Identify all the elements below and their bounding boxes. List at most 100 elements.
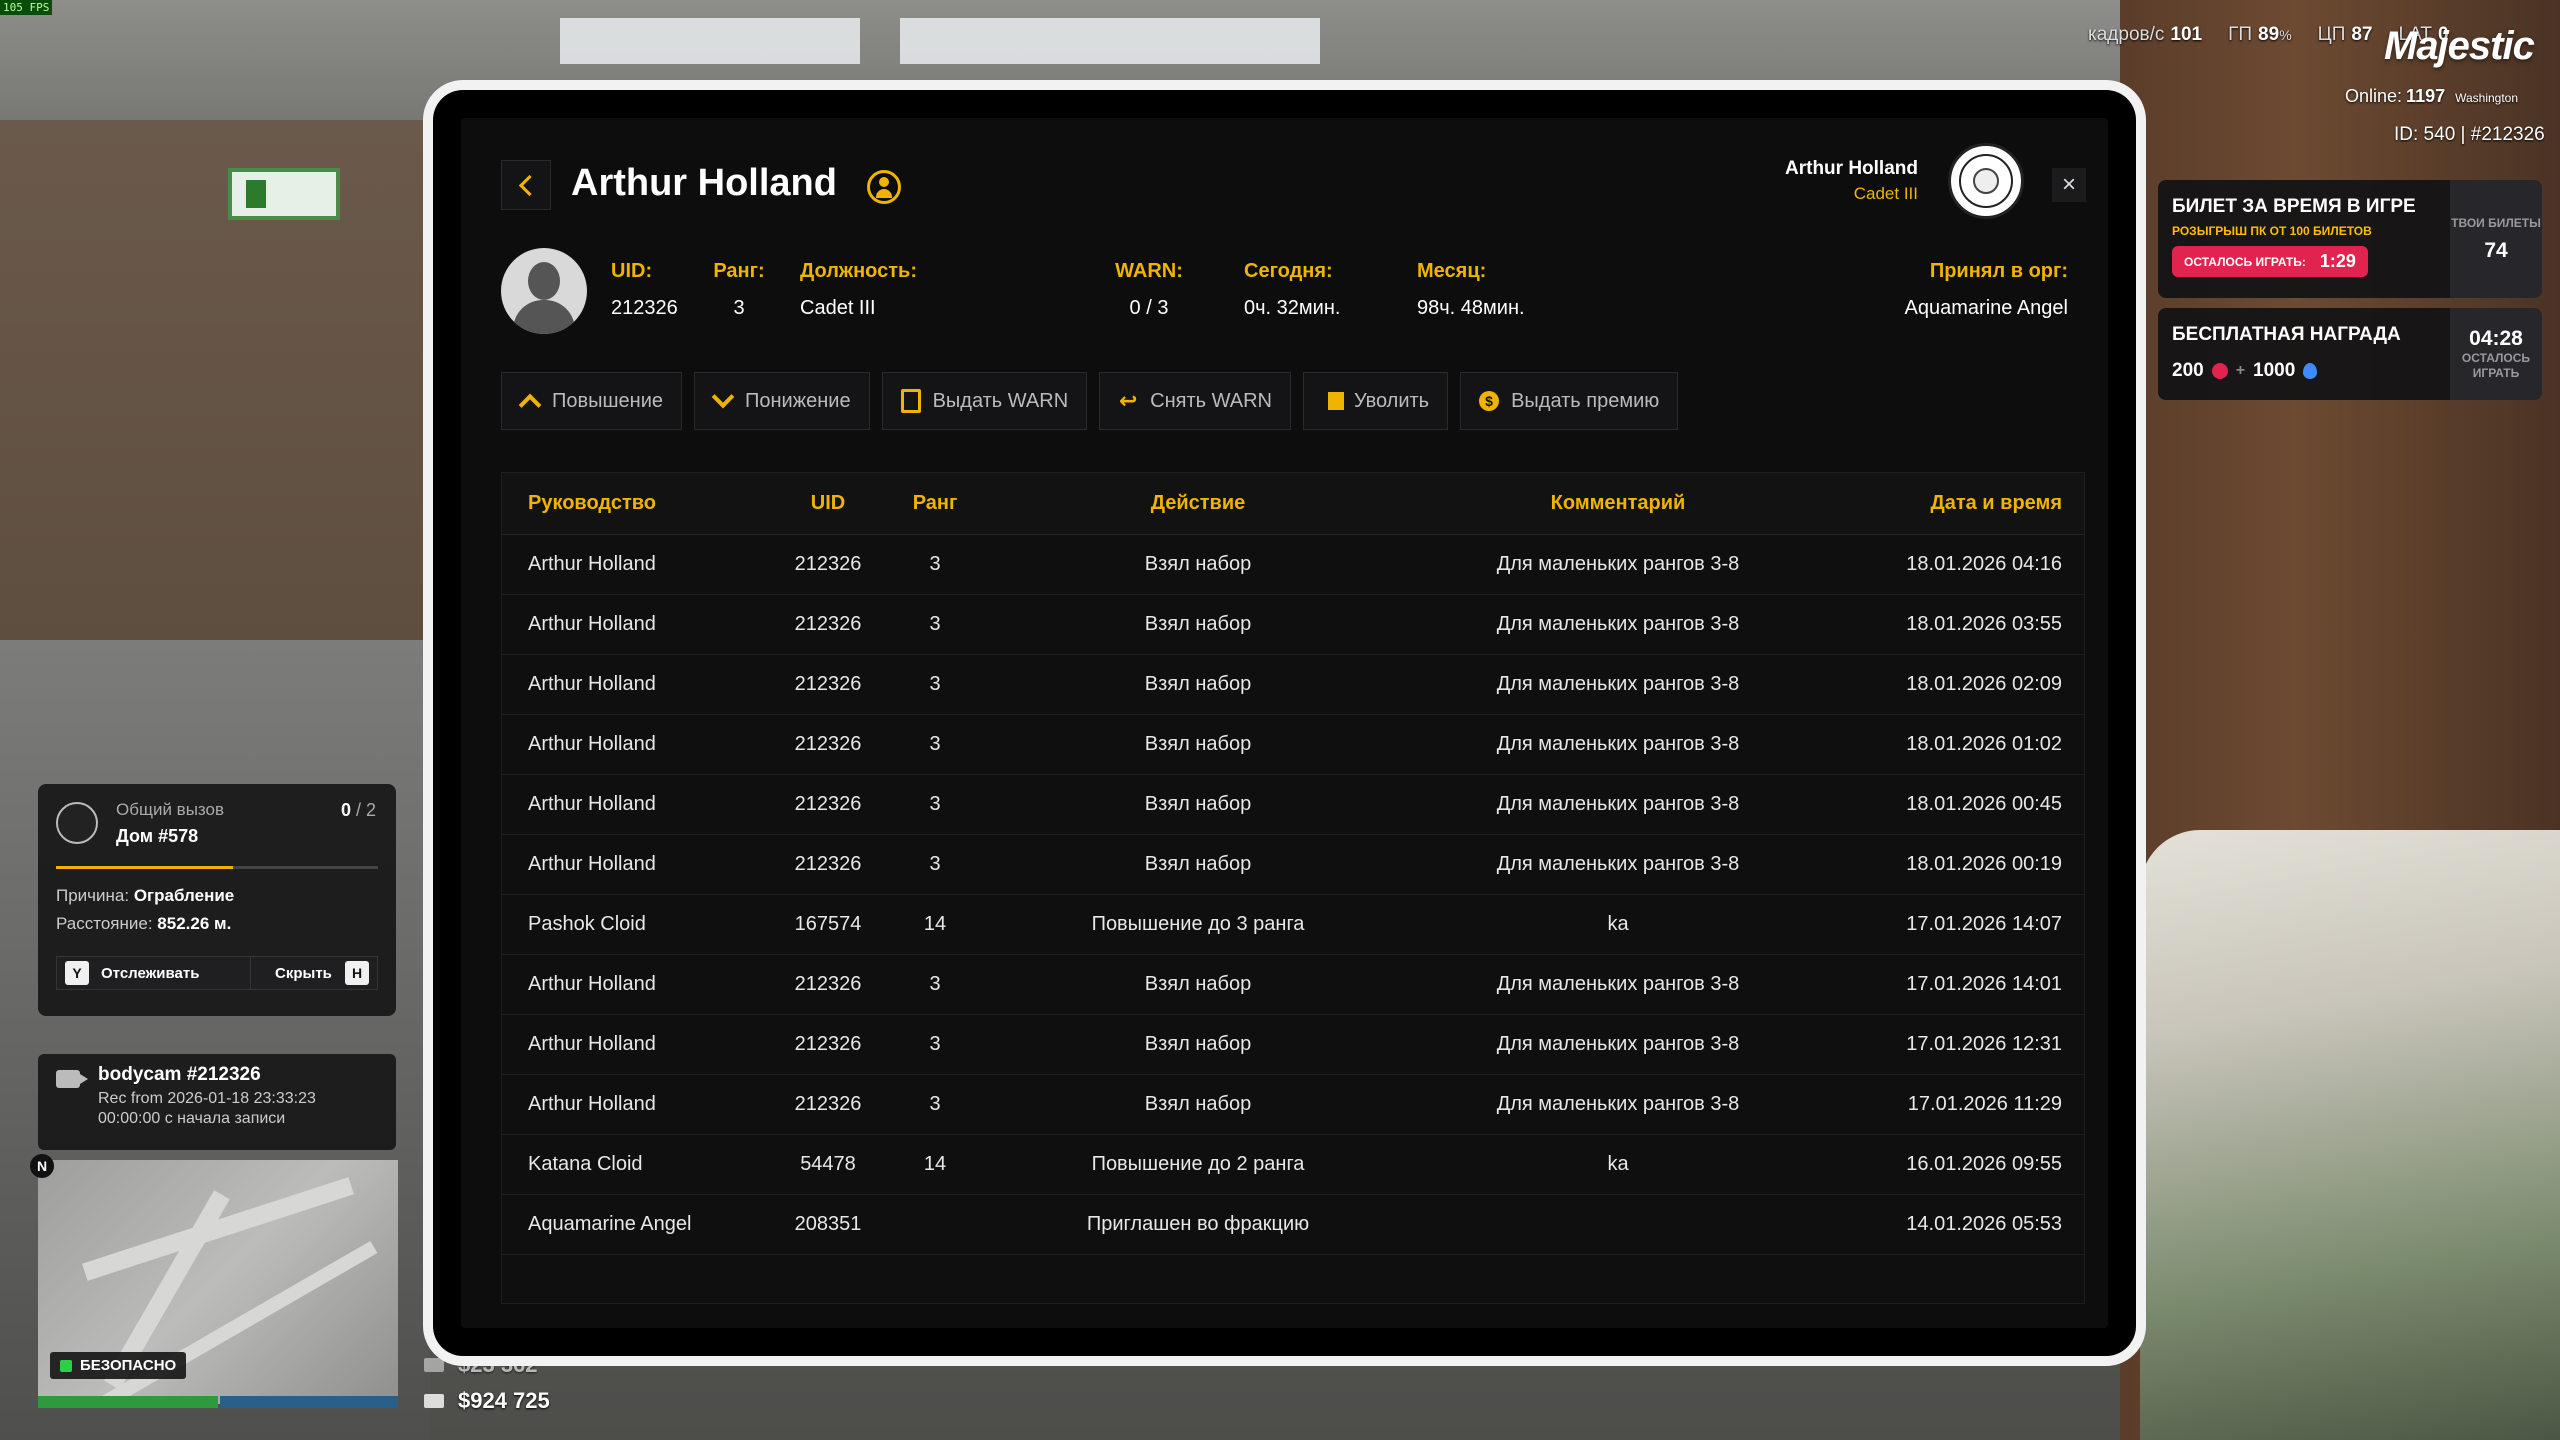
camera-icon [56,1070,88,1088]
fire-button[interactable]: Уволить [1302,372,1449,430]
table-cell: Взял набор [1144,673,1252,695]
current-user-name: Arthur Holland [1785,158,1918,179]
table-cell: Для маленьких рангов 3-8 [1496,553,1740,575]
exit-sign [228,168,340,220]
call-reason: Причина: Ограбление [56,886,235,905]
table-cell: Для маленьких рангов 3-8 [1496,853,1740,875]
table-cell: 18.01.2026 02:09 [1906,673,2062,695]
issue-warn-button[interactable]: Выдать WARN [881,372,1088,430]
table-cell: Для маленьких рангов 3-8 [1496,973,1740,995]
give-bonus-button[interactable]: Выдать премию [1460,372,1679,430]
key-hint: Y [65,961,89,985]
department-seal-icon [1948,143,2024,219]
promote-button[interactable]: Повышение [501,372,683,430]
table-cell: 3 [929,733,941,755]
table-cell: Взял набор [1144,853,1252,875]
current-user-rank: Cadet III [1853,184,1918,203]
bank-balance: $924 725 [424,1388,550,1414]
table-cell: 18.01.2026 04:16 [1906,553,2062,575]
table-cell: 16.01.2026 09:55 [1906,1153,2062,1175]
table-cell: Для маленьких рангов 3-8 [1496,733,1740,755]
back-button[interactable] [501,160,551,210]
table-cell: Взял набор [1144,553,1252,575]
table-cell: 3 [929,1033,941,1055]
employee-profile-screen: Arthur Holland Arthur Holland Cadet III … [461,118,2108,1328]
close-button[interactable]: × [2052,168,2086,202]
health-armor-bars [38,1396,398,1408]
table-cell: Arthur Holland [528,1093,656,1115]
free-reward-promo[interactable]: БЕСПЛАТНАЯ НАГРАДА 200 + 1000 04:28 ОСТА… [2158,308,2542,400]
avatar [501,248,587,334]
red-coin-icon [2211,363,2228,379]
table-cell: 167574 [794,913,862,935]
table-cell: 212326 [794,793,862,815]
ticket-promo[interactable]: БИЛЕТ ЗА ВРЕМЯ В ИГРЕ РОЗЫГРЫШ ПК ОТ 100… [2158,180,2542,298]
table-cell: Arthur Holland [528,613,656,635]
table-cell: 14.01.2026 05:53 [1906,1213,2062,1235]
table-cell: 3 [929,853,941,875]
table-cell: 18.01.2026 00:19 [1906,853,2062,875]
action-log-table: Руководство UID Ранг Действие Комментари… [501,472,2085,1304]
table-cell: Arthur Holland [528,973,656,995]
table-row: Arthur Holland 212326 3 Взял набор Для мален… [502,535,2084,595]
table-row: Pashok Cloid 167574 14 Повышение до 3 ранга… [502,895,2084,955]
table-cell: 212326 [794,973,862,995]
table-cell: 17.01.2026 14:07 [1906,913,2062,935]
position-field: Должность: Cadet III [800,260,918,319]
zone-status: БЕЗОПАСНО [50,1352,187,1379]
call-type: Общий вызов [116,800,225,819]
table-cell: 212326 [794,853,862,875]
hired-by-field: Принял в орг: Aquamarine Angel [1904,260,2068,319]
rank-field: Ранг: 3 [713,260,765,319]
perf-fps: кадров/с 101 [2088,24,2203,45]
column-header: Дата и время [1930,492,2062,514]
table-cell: 212326 [794,673,862,695]
table-cell: 14 [923,1153,947,1175]
ticket-title: БИЛЕТ ЗА ВРЕМЯ В ИГРЕ [2172,196,2416,217]
call-distance: Расстояние: 852.26 м. [56,914,232,933]
action-toolbar: Повышение Понижение Выдать WARN Снять WA… [501,372,1679,430]
table-cell: Повышение до 2 ранга [1091,1153,1305,1175]
ceiling-light [900,18,1320,64]
arrow-down-icon [713,391,733,411]
table-cell: 17.01.2026 12:31 [1906,1033,2062,1055]
call-responders: 0 / 2 [340,800,376,820]
demote-button[interactable]: Понижение [694,372,870,430]
police-badge-icon [56,802,98,844]
fire-icon [1322,391,1342,411]
reward-values: 200 + 1000 [2172,360,2436,382]
table-cell: 3 [929,1093,941,1115]
hide-button[interactable]: Скрыть H [250,956,378,990]
table-row: Arthur Holland 212326 3 Взял набор Для мален… [502,835,2084,895]
table-row: Arthur Holland 212326 3 Взял набор Для мален… [502,775,2084,835]
table-cell: 3 [929,613,941,635]
table-header: Руководство UID Ранг Действие Комментари… [502,473,2084,535]
bodycam-rec: Rec from 2026-01-18 23:33:23 [98,1090,316,1107]
counter [2140,830,2560,1440]
key-hint: H [345,961,369,985]
bodycam-title: bodycam #212326 [98,1064,261,1085]
arrow-up-icon [520,391,540,411]
table-cell: 3 [929,973,941,995]
table-cell: Повышение до 3 ранга [1091,913,1305,935]
table-row: Arthur Holland 212326 3 Взял набор Для мален… [502,955,2084,1015]
blue-drop-icon [2303,363,2318,379]
table-cell: 18.01.2026 00:45 [1906,793,2062,815]
track-button[interactable]: Y Отслеживать [56,956,252,990]
call-place: Дом #578 [116,826,199,846]
table-cell: Взял набор [1144,613,1252,635]
ticket-count: ТВОИ БИЛЕТЫ 74 [2450,180,2542,298]
table-cell: Katana Cloid [528,1153,643,1175]
table-cell: 54478 [800,1153,856,1175]
call-progress [56,866,378,869]
undo-icon [1118,391,1138,411]
table-cell: ka [1607,913,1629,935]
table-cell: 212326 [794,613,862,635]
ceiling-light [560,18,860,64]
table-cell: Для маленьких рангов 3-8 [1496,673,1740,695]
player-ids: ID: 540 | #212326 [2394,124,2545,145]
remove-warn-button[interactable]: Снять WARN [1099,372,1291,430]
cash-icon [424,1358,444,1372]
table-cell: 3 [929,553,941,575]
table-cell: Взял набор [1144,793,1252,815]
